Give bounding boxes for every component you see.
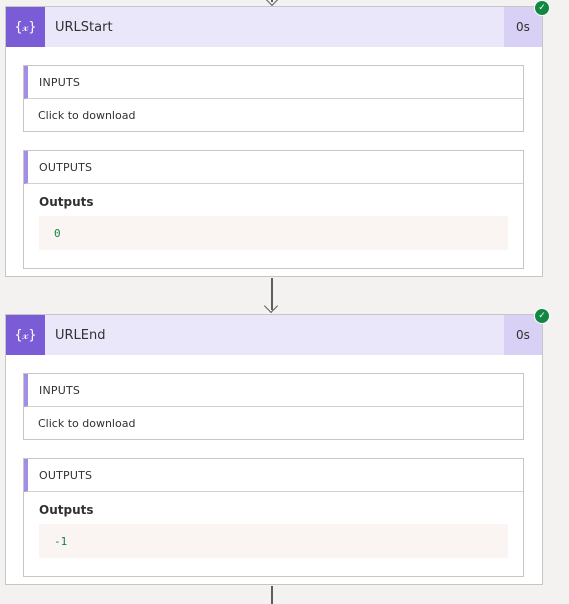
outputs-header: OUTPUTS — [24, 151, 523, 184]
download-link[interactable]: Click to download — [24, 407, 523, 439]
outputs-label: Outputs — [39, 503, 94, 517]
outputs-header: OUTPUTS — [24, 459, 523, 492]
success-check-icon: ✓ — [534, 0, 550, 16]
action-card-header[interactable]: {𝓍} URLStart 0s ✓ — [6, 0, 550, 47]
action-title: URLEnd — [55, 327, 106, 343]
inputs-section: INPUTS Click to download — [23, 65, 524, 132]
inputs-header: INPUTS — [24, 66, 523, 99]
action-card-urlend: {𝓍} URLEnd 0s ✓ INPUTS Click to download… — [5, 308, 550, 585]
action-card-urlstart: {𝓍} URLStart 0s ✓ INPUTS Click to downlo… — [5, 0, 550, 277]
outputs-label: Outputs — [39, 195, 94, 209]
arrow-down-icon — [263, 298, 279, 314]
inputs-header: INPUTS — [24, 374, 523, 407]
code-braces-icon: {𝓍} — [6, 7, 45, 47]
outputs-section: OUTPUTS Outputs 0 — [23, 150, 524, 269]
outputs-section: OUTPUTS Outputs -1 — [23, 458, 524, 577]
inputs-section: INPUTS Click to download — [23, 373, 524, 440]
code-braces-icon: {𝓍} — [6, 315, 45, 355]
output-value: -1 — [39, 524, 508, 558]
action-title: URLStart — [55, 19, 113, 35]
output-value: 0 — [39, 216, 508, 250]
success-check-icon: ✓ — [534, 308, 550, 324]
action-card-header[interactable]: {𝓍} URLEnd 0s ✓ — [6, 308, 550, 355]
download-link[interactable]: Click to download — [24, 99, 523, 131]
